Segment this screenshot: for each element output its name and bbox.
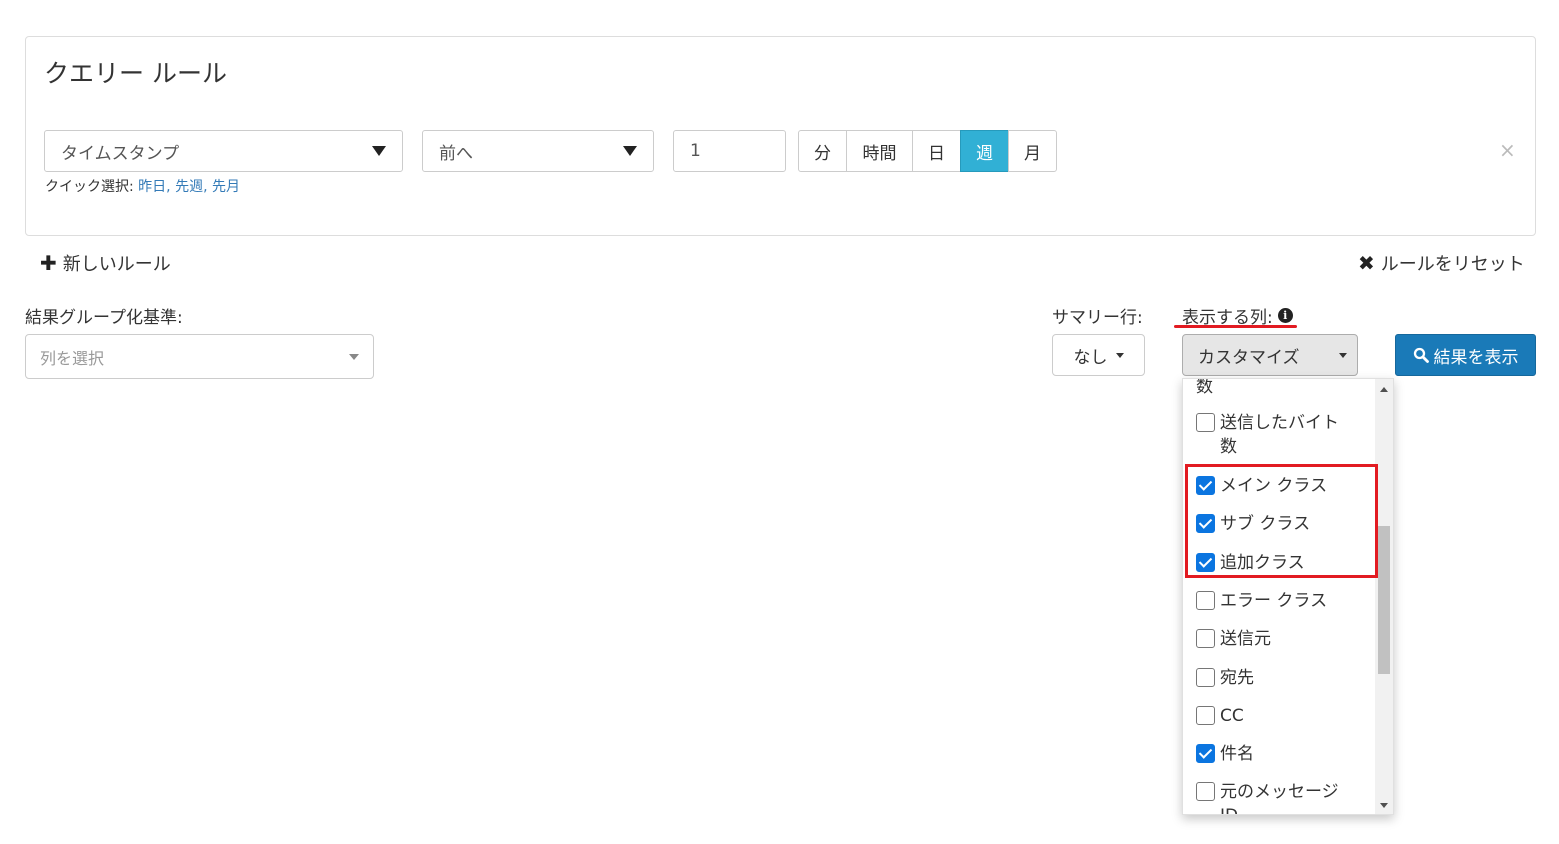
caret-down-icon (1339, 352, 1347, 358)
annotation-highlight-box (1185, 464, 1378, 578)
checkbox[interactable] (1196, 668, 1215, 687)
customize-columns-dropdown[interactable]: カスタマイズ (1182, 334, 1358, 376)
summary-row-dropdown[interactable]: なし (1052, 334, 1145, 376)
plus-icon: ✚ (40, 251, 57, 275)
info-icon[interactable]: i (1277, 308, 1293, 323)
unit-month-button[interactable]: 月 (1008, 130, 1057, 172)
reset-rules-label: ルールをリセット (1380, 254, 1525, 275)
group-by-placeholder: 列を選択 (40, 348, 105, 368)
scrollbar-thumb[interactable] (1378, 526, 1390, 674)
caret-down-icon (623, 146, 637, 156)
new-rule-label: 新しいルール (62, 254, 171, 275)
checkbox[interactable] (1196, 591, 1215, 610)
column-option-subject[interactable]: 件名 (1196, 742, 1254, 766)
caret-down-icon (372, 146, 386, 156)
group-by-label: 結果グループ化基準: (25, 308, 183, 328)
summary-row-value: なし (1073, 347, 1108, 368)
direction-select[interactable]: 前へ (422, 130, 654, 172)
unit-week-button[interactable]: 週 (960, 130, 1009, 172)
panel-title: クエリー ルール (44, 59, 227, 88)
column-option-sender[interactable]: 送信元 (1196, 627, 1271, 651)
quick-link-yesterday[interactable]: 昨日 (138, 179, 166, 195)
checkbox[interactable] (1196, 413, 1215, 432)
field-select[interactable]: タイムスタンプ (44, 130, 403, 172)
checkbox-checked[interactable] (1196, 744, 1215, 763)
unit-hour-button[interactable]: 時間 (846, 130, 913, 172)
group-by-select[interactable]: 列を選択 (25, 334, 374, 379)
close-icon: ✖ (1358, 251, 1375, 275)
amount-input[interactable]: 1 (673, 130, 786, 172)
show-results-button[interactable]: 結果を表示 (1395, 334, 1536, 376)
columns-menu: 数 送信したバイト数 メイン クラス サブ クラス 追加クラス エラー クラス … (1182, 378, 1394, 815)
column-option-error-class[interactable]: エラー クラス (1196, 589, 1327, 613)
direction-select-value: 前へ (439, 143, 473, 164)
customize-label: カスタマイズ (1198, 347, 1300, 368)
remove-rule-icon[interactable]: × (1499, 138, 1516, 162)
quick-select-label: クイック選択: (45, 179, 134, 195)
unit-minute-button[interactable]: 分 (798, 130, 847, 172)
field-select-value: タイムスタンプ (61, 143, 180, 164)
search-icon (1413, 347, 1429, 363)
checkbox[interactable] (1196, 629, 1215, 648)
quick-link-last-month[interactable]: 先月 (212, 179, 240, 195)
scroll-down-icon[interactable] (1380, 803, 1388, 808)
column-option-bytes-sent[interactable]: 送信したバイト数 (1196, 411, 1356, 459)
column-option-recipient[interactable]: 宛先 (1196, 666, 1254, 690)
unit-day-button[interactable]: 日 (912, 130, 961, 172)
time-unit-group: 分 時間 日 週 月 (798, 130, 1057, 172)
summary-row-label: サマリー行: (1052, 308, 1143, 328)
checkbox[interactable] (1196, 706, 1215, 725)
show-results-label: 結果を表示 (1433, 347, 1519, 368)
column-option-original-message-id[interactable]: 元のメッセージID (1196, 780, 1356, 814)
column-option-partial: 数 (1196, 378, 1213, 397)
quick-select: クイック選択: 昨日, 先週, 先月 (45, 179, 240, 195)
new-rule-button[interactable]: ✚ 新しいルール (40, 250, 171, 276)
menu-scrollbar[interactable] (1375, 379, 1393, 814)
column-option-cc[interactable]: CC (1196, 704, 1244, 728)
quick-link-last-week[interactable]: 先週 (175, 179, 203, 195)
annotation-underline (1174, 325, 1297, 328)
checkbox[interactable] (1196, 782, 1215, 801)
caret-down-icon (1115, 352, 1124, 358)
reset-rules-button[interactable]: ✖ ルールをリセット (1358, 250, 1525, 276)
scroll-up-icon[interactable] (1380, 387, 1388, 392)
caret-down-icon (349, 353, 359, 360)
